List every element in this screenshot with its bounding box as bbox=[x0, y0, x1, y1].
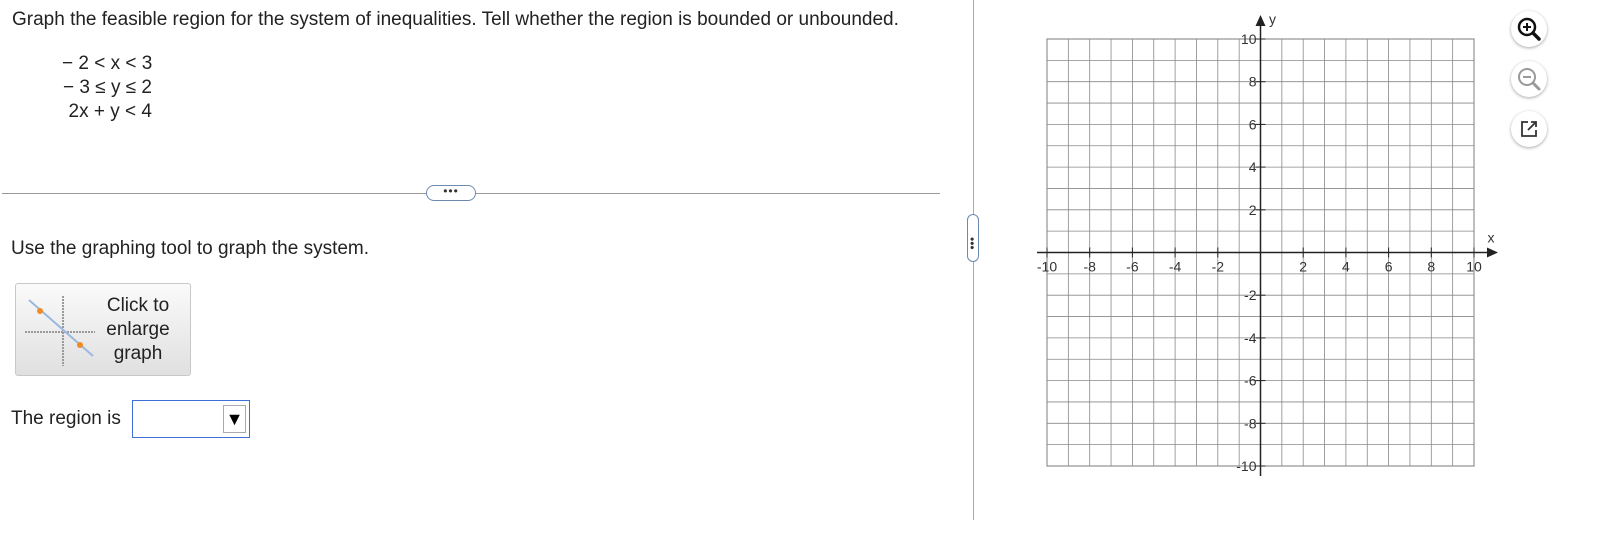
enlarge-graph-button[interactable]: Click to enlarge graph bbox=[15, 283, 191, 376]
inequality-3: 2x + y < 4 bbox=[68, 101, 152, 122]
y-tick-label: 6 bbox=[1249, 116, 1257, 132]
x-tick-label: 10 bbox=[1466, 259, 1482, 275]
y-tick-label: -6 bbox=[1244, 373, 1257, 389]
coordinate-graph[interactable]: x y -10 -8 -6 -4 -2 2 4 6 8 10 10 8 6 4 2 -2 -4 -6 -8 -10 bbox=[1030, 10, 1510, 480]
y-tick-label: 10 bbox=[1241, 31, 1257, 47]
enlarge-graph-label: Click to enlarge graph bbox=[106, 295, 170, 364]
zoom-in-icon bbox=[1517, 17, 1541, 41]
zoom-out-button[interactable] bbox=[1511, 61, 1547, 97]
splitter-handle[interactable]: ••• bbox=[965, 214, 979, 262]
x-tick-label: -2 bbox=[1212, 259, 1225, 275]
inequality-1: − 2 < x < 3 bbox=[62, 53, 153, 74]
x-tick-label: 8 bbox=[1427, 259, 1435, 275]
zoom-in-button[interactable] bbox=[1511, 11, 1547, 47]
y-axis-label: y bbox=[1269, 11, 1276, 27]
x-axis-label: x bbox=[1488, 230, 1495, 246]
y-tick-label: 2 bbox=[1249, 202, 1257, 218]
y-axis-arrow-icon bbox=[1255, 15, 1266, 26]
graph-thumbnail-icon bbox=[25, 296, 95, 366]
dropdown-arrow-icon[interactable]: ▼ bbox=[223, 405, 246, 433]
inequality-2: − 3 ≤ y ≤ 2 bbox=[63, 77, 152, 98]
zoom-out-icon bbox=[1518, 68, 1541, 91]
x-tick-label: -6 bbox=[1126, 259, 1139, 275]
y-tick-label: -10 bbox=[1236, 458, 1256, 474]
region-dropdown[interactable]: ▼ bbox=[132, 400, 250, 438]
y-tick-label: -8 bbox=[1244, 415, 1257, 431]
region-label: The region is bbox=[11, 408, 121, 429]
y-tick-label: 8 bbox=[1249, 74, 1257, 90]
external-link-icon bbox=[1521, 121, 1537, 137]
show-more-button[interactable]: ••• bbox=[426, 185, 476, 201]
y-tick-label: 4 bbox=[1249, 159, 1257, 175]
x-tick-label: -8 bbox=[1083, 259, 1096, 275]
x-axis-arrow-icon bbox=[1487, 247, 1498, 258]
instruction-text: Use the graphing tool to graph the syste… bbox=[11, 238, 370, 259]
x-tick-label: -4 bbox=[1169, 259, 1182, 275]
popout-button[interactable] bbox=[1511, 111, 1547, 147]
x-tick-label: -10 bbox=[1037, 259, 1057, 275]
y-tick-label: -4 bbox=[1244, 330, 1257, 346]
problem-prompt: Graph the feasible region for the system… bbox=[12, 9, 899, 30]
x-tick-label: 2 bbox=[1299, 259, 1307, 275]
y-tick-label: -2 bbox=[1244, 287, 1257, 303]
x-tick-label: 4 bbox=[1342, 259, 1350, 275]
x-tick-label: 6 bbox=[1385, 259, 1393, 275]
